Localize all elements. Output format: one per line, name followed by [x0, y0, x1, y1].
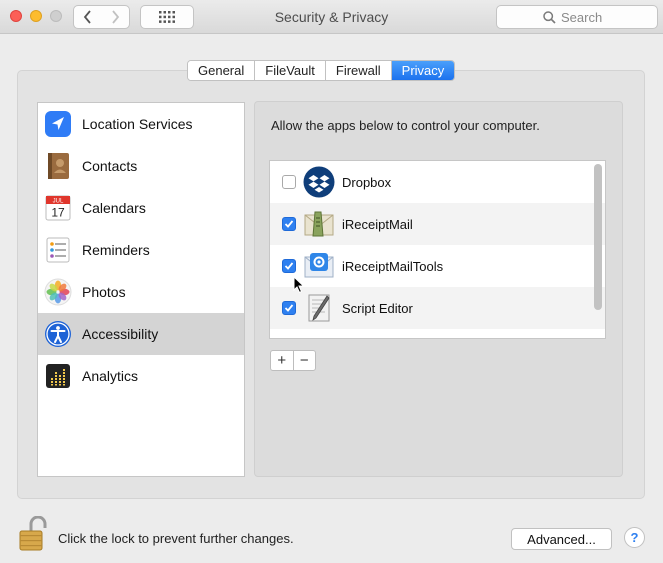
sidebar-item-label: Analytics: [82, 368, 139, 384]
sidebar-item-label: Contacts: [82, 158, 138, 174]
app-checkbox[interactable]: [282, 259, 296, 273]
dropbox-icon: [303, 166, 335, 198]
app-list: Dropbox iReceiptMail iReceiptMailTools S…: [269, 160, 606, 339]
reminders-list-icon: [46, 237, 70, 263]
app-row-dropbox[interactable]: Dropbox: [270, 161, 605, 203]
location-arrow-icon: [45, 111, 71, 137]
sidebar-item-label: Photos: [82, 284, 126, 300]
sidebar-item-location-services[interactable]: Location Services: [38, 103, 244, 145]
app-name: Dropbox: [342, 174, 392, 190]
search-input[interactable]: [561, 9, 611, 25]
mouse-cursor-icon: [293, 276, 305, 294]
analytics-bars-icon: [46, 364, 70, 388]
tab-privacy[interactable]: Privacy: [391, 61, 455, 80]
sidebar-item-contacts[interactable]: Contacts: [38, 145, 244, 187]
tab-firewall[interactable]: Firewall: [325, 61, 392, 80]
search-field[interactable]: [496, 5, 658, 29]
sidebar-item-accessibility[interactable]: Accessibility: [38, 313, 244, 355]
calendar-icon-day: 17: [51, 206, 65, 220]
sidebar-item-reminders[interactable]: Reminders: [38, 229, 244, 271]
app-name: iReceiptMailTools: [342, 258, 444, 274]
calendar-icon: JUL 17: [45, 195, 71, 221]
app-row-script-editor[interactable]: Script Editor: [270, 287, 605, 329]
sidebar-item-label: Reminders: [82, 242, 150, 258]
contacts-book-icon: [48, 153, 69, 179]
app-row-ireceiptmailtools[interactable]: iReceiptMailTools: [270, 245, 605, 287]
sidebar-item-photos[interactable]: Photos: [38, 271, 244, 313]
lock-icon[interactable]: [17, 516, 49, 552]
sidebar-item-label: Accessibility: [82, 326, 159, 342]
help-button[interactable]: ?: [624, 527, 645, 548]
checkmark-icon: [284, 304, 294, 312]
sidebar-item-label: Location Services: [82, 116, 193, 132]
tab-bar: General FileVault Firewall Privacy: [187, 60, 456, 81]
app-list-scrollbar[interactable]: [594, 164, 602, 310]
accessibility-person-icon: [45, 321, 71, 347]
advanced-button[interactable]: Advanced...: [511, 528, 612, 550]
calendar-icon-month: JUL: [53, 199, 64, 205]
add-remove-control: + −: [270, 350, 316, 371]
app-name: iReceiptMail: [342, 216, 413, 232]
sidebar-item-label: Calendars: [82, 200, 146, 216]
ireceiptmail-icon: [304, 211, 334, 237]
search-icon: [543, 10, 556, 24]
app-name: Script Editor: [342, 300, 413, 316]
photos-flower-icon: [44, 278, 72, 306]
add-app-button[interactable]: +: [271, 351, 294, 370]
ireceiptmailtools-icon: [304, 253, 334, 278]
checkmark-icon: [284, 262, 294, 270]
sidebar-item-calendars[interactable]: JUL 17 Calendars: [38, 187, 244, 229]
script-editor-icon: [308, 294, 330, 322]
privacy-category-list: Location Services Contacts JUL 17 Calend…: [37, 102, 245, 477]
checkmark-icon: [284, 220, 294, 228]
lock-status-text: Click the lock to prevent further change…: [58, 531, 294, 546]
sidebar-item-analytics[interactable]: Analytics: [38, 355, 244, 397]
app-row-partial: [270, 329, 605, 338]
app-checkbox[interactable]: [282, 217, 296, 231]
tab-filevault[interactable]: FileVault: [255, 61, 326, 80]
title-bar: Security & Privacy: [0, 0, 663, 34]
accessibility-description: Allow the apps below to control your com…: [271, 118, 540, 133]
app-checkbox[interactable]: [282, 175, 296, 189]
remove-app-button[interactable]: −: [294, 351, 316, 370]
tab-general[interactable]: General: [188, 61, 256, 80]
app-row-ireceiptmail[interactable]: iReceiptMail: [270, 203, 605, 245]
app-checkbox[interactable]: [282, 301, 296, 315]
